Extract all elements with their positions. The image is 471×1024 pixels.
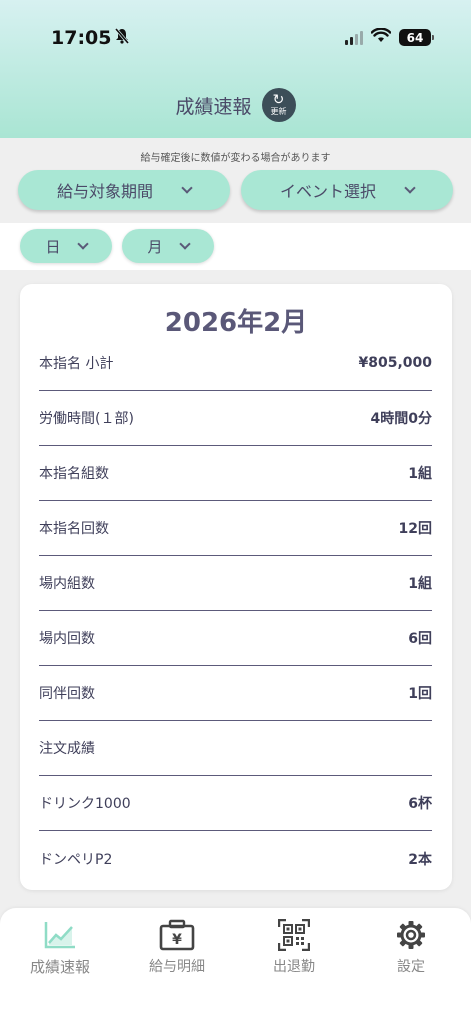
row-label: 本指名回数 [39, 521, 109, 537]
chevron-down-icon [76, 238, 89, 250]
event-select-label: イベント選択 [279, 182, 376, 201]
row-value: 1組 [408, 576, 432, 592]
row-value: ¥805,000 [358, 355, 432, 371]
signal-icon [345, 30, 363, 45]
wallet-icon: ¥ [159, 918, 195, 952]
row-label: ドンペリP2 [39, 851, 113, 868]
row-value: 6杯 [408, 796, 432, 812]
wifi-icon [370, 27, 392, 47]
period-select-label: 給与対象期間 [56, 182, 153, 201]
refresh-icon: ↻ [272, 91, 285, 108]
list-item: 労働時間(１部) 4時間0分 [39, 391, 432, 446]
chevron-down-icon [181, 182, 193, 194]
row-value: 2本 [408, 851, 432, 868]
tab-payslip[interactable]: ¥ 給与明細 [122, 918, 232, 976]
row-value: 6回 [408, 631, 432, 647]
row-label: 注文成績 [39, 741, 95, 757]
notice-text: 給与確定後に数値が変わる場合があります [140, 153, 331, 164]
refresh-label: 更新 [270, 106, 287, 116]
chevron-down-icon [404, 182, 416, 194]
tab-label: 給与明細 [149, 959, 205, 975]
tab-attendance[interactable]: 出退勤 [239, 918, 349, 976]
tab-label: 設定 [397, 959, 425, 975]
report-title: 2026年2月 [164, 308, 308, 338]
row-value: 12回 [398, 521, 432, 537]
list-item: 注文成績 [39, 721, 432, 776]
status-icons: 64 [345, 27, 434, 47]
mute-bell-icon [115, 27, 130, 49]
row-label: 場内回数 [39, 631, 95, 647]
refresh-button[interactable]: ↻ 更新 [261, 88, 296, 122]
list-item: ドリンク1000 6杯 [39, 776, 432, 831]
page-title: 成績速報 [175, 95, 252, 118]
tab-settings[interactable]: 設定 [356, 918, 466, 976]
month-select-label: 月 [147, 237, 163, 256]
battery-icon: 64 [399, 29, 434, 46]
header-title-row: 成績速報 ↻ 更新 [0, 88, 471, 122]
list-item: 本指名組数 1組 [39, 446, 432, 501]
list-item: 同伴回数 1回 [39, 666, 432, 721]
row-label: 本指名 小計 [39, 356, 114, 372]
report-card: 2026年2月 本指名 小計 ¥805,000 労働時間(１部) 4時間0分 本… [20, 284, 452, 890]
clock: 17:05 [51, 27, 112, 49]
list-item: 本指名回数 12回 [39, 501, 432, 556]
row-label: 同伴回数 [39, 686, 95, 702]
list-item: 本指名 小計 ¥805,000 [39, 336, 432, 391]
tab-performance[interactable]: 成績速報 [5, 918, 115, 977]
row-value: 1回 [408, 686, 432, 702]
svg-text:¥: ¥ [172, 932, 182, 948]
period-select[interactable]: 給与対象期間 [18, 170, 230, 210]
header: 17:05 64 成績速報 ↻ 更新 [0, 0, 471, 138]
row-label: 場内組数 [39, 576, 95, 592]
event-select[interactable]: イベント選択 [241, 170, 453, 210]
day-select[interactable]: 日 [20, 229, 112, 263]
row-value: 1組 [408, 466, 432, 482]
status-time: 17:05 [51, 27, 130, 49]
day-select-label: 日 [45, 237, 61, 256]
list-item: 場内組数 1組 [39, 556, 432, 611]
tab-bar: 成績速報 ¥ 給与明細 出退勤 設定 [0, 908, 471, 1024]
row-label: 労働時間(１部) [39, 411, 134, 427]
list-item: 場内回数 6回 [39, 611, 432, 666]
row-value: 4時間0分 [370, 411, 432, 427]
chart-icon [43, 918, 77, 952]
qr-icon [278, 918, 310, 952]
row-label: 本指名組数 [39, 466, 109, 482]
tab-label: 出退勤 [273, 959, 315, 975]
chevron-down-icon [178, 238, 191, 250]
month-select[interactable]: 月 [122, 229, 214, 263]
row-label: ドリンク1000 [39, 796, 131, 812]
gear-icon [396, 918, 426, 952]
list-item: ドンペリP2 2本 [39, 831, 432, 886]
tab-label: 成績速報 [29, 958, 90, 976]
